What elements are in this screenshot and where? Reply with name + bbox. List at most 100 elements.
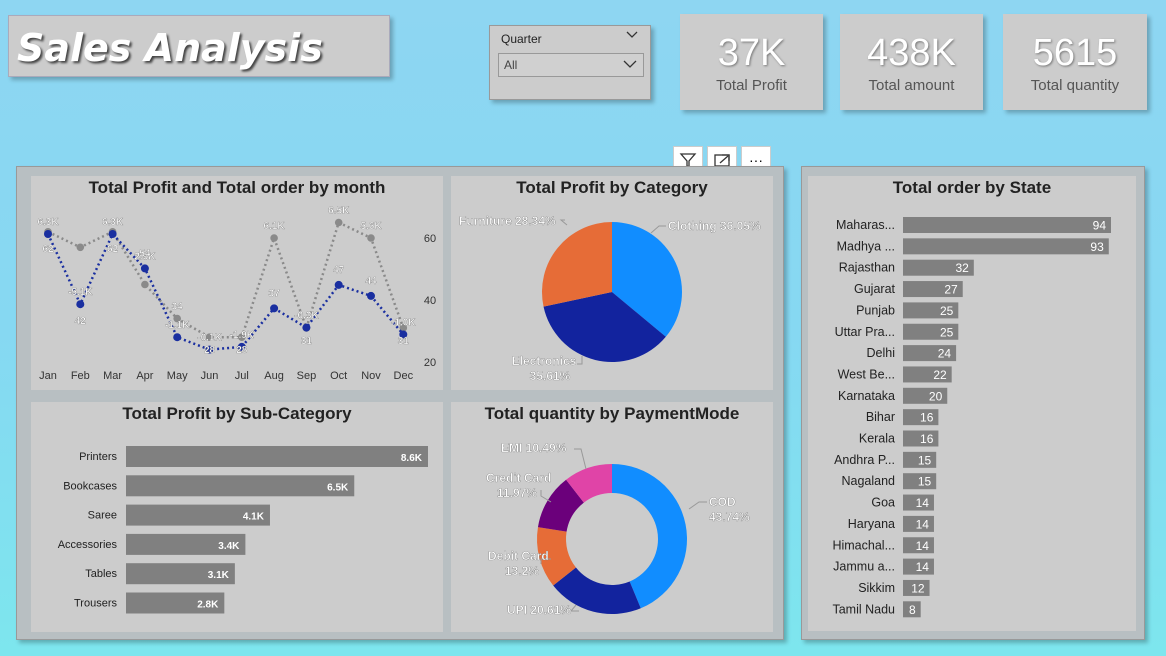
donut-chart: COD43.74% UPI 20.61% Debit Card13.2% Credit…: [486, 441, 750, 617]
leader-line: [559, 219, 568, 226]
profit-data-label: -0.1K: [197, 333, 222, 344]
leader-line: [650, 225, 666, 234]
bar: [126, 475, 355, 497]
orders-data-label: 47: [333, 265, 345, 276]
state-label: Delhi: [867, 346, 896, 360]
donut-chart-visual[interactable]: Total quantity by PaymentMode COD 43.74% U…: [451, 402, 773, 632]
pie-chart-visual[interactable]: Total Profit by Category Clothing 36.05%…: [451, 176, 773, 390]
profit-point: [108, 230, 117, 238]
x-tick-label: Feb: [71, 370, 90, 382]
x-tick-label: Jul: [235, 370, 249, 382]
bar-value-label: 32: [955, 261, 969, 275]
bar-value-label: 14: [916, 560, 930, 574]
profit-data-label: 5.6K: [360, 221, 382, 232]
profit-data-label: -1.9K: [230, 330, 255, 341]
state-label: Rajasthan: [839, 261, 895, 275]
bar: [903, 238, 1109, 255]
orders-point: [367, 234, 375, 242]
pie-chart: Clothing 36.05% Furniture 28.34% Electroni…: [459, 214, 761, 383]
state-bar-visual[interactable]: Total order by State Maharas... 94 Madhya …: [808, 176, 1136, 631]
profit-data-label: 6.3K: [37, 217, 59, 228]
bar: [126, 446, 428, 467]
bar-value-label: 22: [933, 368, 947, 382]
state-label: Jammu a...: [833, 560, 895, 574]
x-tick-label: Dec: [394, 370, 414, 382]
orders-data-label: 62: [107, 244, 119, 255]
leader-line: [688, 501, 707, 510]
x-tick-label: Jan: [39, 370, 57, 382]
orders-point: [76, 243, 85, 252]
x-tick-label: May: [167, 370, 188, 382]
profit-point: [44, 230, 52, 238]
category-label: Trousers: [74, 598, 117, 610]
profit-point: [302, 323, 311, 332]
category-label: Tables: [85, 568, 117, 580]
slice-label: 11.97%: [497, 486, 537, 500]
slice-label: Debit Card: [488, 549, 549, 563]
orders-data-label: 34: [172, 302, 184, 313]
quarter-slicer[interactable]: Quarter All: [489, 25, 651, 100]
bar-value-label: 14: [916, 517, 930, 531]
pie-slice: [542, 222, 612, 307]
profit-point: [76, 300, 85, 309]
state-label: Gujarat: [854, 282, 896, 296]
slice-label: EMI 10.49%: [501, 441, 567, 455]
category-label: Bookcases: [63, 480, 117, 492]
state-label: Sikkim: [858, 581, 895, 595]
bar-value-label: 8: [909, 603, 916, 617]
bar-value-label: 20: [929, 389, 943, 403]
orders-data-label: 44: [365, 276, 377, 287]
profit-data-label: -0.3K: [294, 311, 319, 322]
kpi-label: Total Profit: [716, 77, 787, 94]
orders-data-label: 28: [236, 345, 248, 356]
y-tick-label: 20: [424, 357, 436, 369]
bar-value-label: 2.8K: [197, 600, 219, 611]
state-bar-chart: Maharas... 94 Madhya ... 93 Rajasthan 32 Gujar…: [832, 217, 1111, 618]
profit-series-line: [46, 231, 405, 351]
slicer-dropdown[interactable]: All: [498, 53, 644, 77]
x-tick-label: Oct: [330, 370, 347, 382]
orders-data-label: 42: [75, 316, 87, 327]
y-tick-label: 60: [424, 233, 436, 245]
state-label: Madhya ...: [837, 239, 895, 253]
kpi-card-quantity: 5615 Total quantity: [1003, 14, 1147, 110]
state-label: Maharas...: [836, 218, 895, 232]
bar-value-label: 25: [940, 325, 954, 339]
line-chart-visual[interactable]: Total Profit and Total order by month 6.…: [31, 176, 443, 390]
profit-point: [334, 280, 343, 289]
bar-value-label: 12: [911, 581, 925, 595]
kpi-value: 5615: [1032, 32, 1118, 74]
profit-point: [140, 264, 149, 273]
profit-data-label: -1.0K: [391, 317, 416, 328]
profit-point: [173, 333, 182, 342]
state-label: Kerala: [859, 432, 895, 446]
subcategory-bar-visual[interactable]: Total Profit by Sub-Category Printers 8.6…: [31, 402, 443, 632]
profit-data-label: -1.1K: [165, 320, 190, 331]
profit-point: [367, 291, 375, 300]
bar-value-label: 93: [1090, 240, 1104, 254]
bar-value-label: 8.6K: [401, 453, 423, 464]
state-label: Haryana: [848, 517, 895, 531]
chevron-down-icon: [623, 60, 637, 68]
x-tick-label: Apr: [136, 370, 153, 382]
kpi-value: 37K: [717, 32, 786, 74]
state-label: West Be...: [838, 367, 895, 381]
chevron-down-icon[interactable]: [626, 30, 638, 40]
leader-line: [569, 604, 579, 612]
slice-label: Electronics: [512, 354, 577, 368]
profit-data-label: 6.5K: [328, 206, 350, 217]
leader-line: [574, 448, 587, 470]
kpi-label: Total amount: [868, 77, 955, 94]
orders-data-label: 31: [398, 336, 410, 347]
state-label: Bihar: [866, 410, 895, 424]
state-label: Himachal...: [832, 538, 895, 552]
slice-label: Clothing 36.05%: [668, 219, 761, 233]
state-label: Punjab: [856, 303, 895, 317]
bar-value-label: 24: [938, 347, 952, 361]
slice-label: Credit Card: [486, 471, 551, 485]
kpi-label: Total quantity: [1030, 77, 1120, 94]
state-label: Karnataka: [838, 389, 895, 403]
x-tick-label: Mar: [103, 370, 122, 382]
bar-value-label: 94: [1093, 219, 1107, 233]
slice-label: COD: [709, 495, 736, 509]
